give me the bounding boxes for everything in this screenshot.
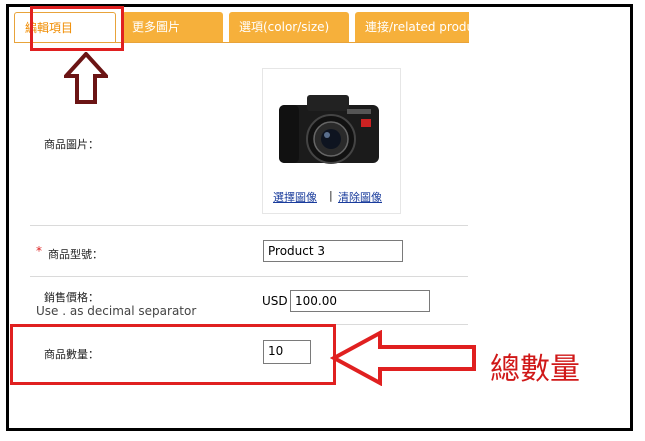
model-label: 商品型號： [48,248,103,261]
product-image-box: 選擇圖像 | 清除圖像 [262,68,401,214]
tab-more-images[interactable]: 更多圖片 [122,12,223,42]
tab-related-products[interactable]: 連接/related produc [355,12,469,42]
quantity-label: 商品數量： [44,348,99,361]
product-image-label: 商品圖片： [44,138,99,151]
model-input[interactable]: Product 3 [263,240,403,262]
up-arrow-icon [64,52,108,104]
currency-label: USD [262,294,288,308]
price-label: 銷售價格： [44,291,99,304]
row-divider [30,225,468,226]
link-separator: | [329,189,333,202]
camera-image [279,95,379,164]
highlight-box-tab [30,6,124,51]
clear-image-link[interactable]: 清除圖像 [338,189,382,205]
tab-options[interactable]: 選項(color/size) [229,12,349,42]
decimal-note: Use . as decimal separator [36,304,197,318]
required-marker: * [36,244,42,258]
quantity-input[interactable]: 10 [263,340,311,364]
annotation-total-quantity: 總數量 [490,352,580,387]
select-image-link[interactable]: 選擇圖像 [273,189,317,205]
left-arrow-icon [330,330,476,386]
price-input[interactable]: 100.00 [290,290,430,312]
row-divider [30,276,468,277]
